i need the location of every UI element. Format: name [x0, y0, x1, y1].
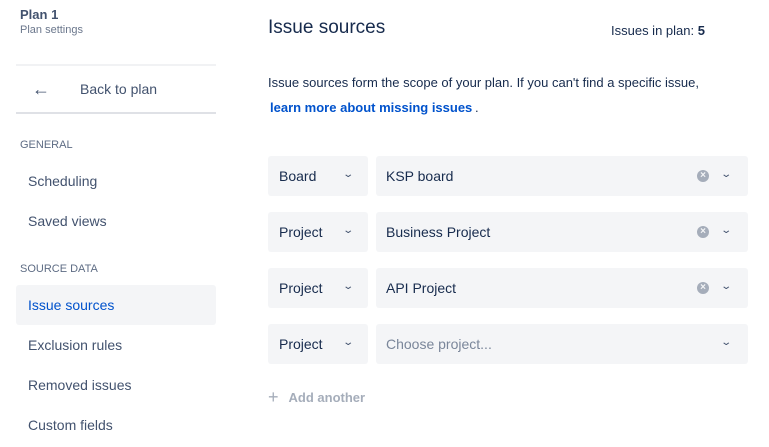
section-source-data-heading: SOURCE DATA [20, 263, 98, 275]
back-label: Back to plan [80, 81, 158, 97]
issues-in-plan: Issues in plan: 5 [611, 23, 705, 38]
source-type-value: Project [279, 280, 323, 296]
chevron-down-icon: ⌄ [720, 169, 733, 180]
source-type-value: Board [279, 168, 317, 184]
chevron-down-icon: ⌄ [342, 169, 355, 180]
source-placeholder: Choose project... [386, 336, 492, 352]
add-another-label: Add another [288, 390, 366, 405]
add-another-button[interactable]: + Add another [268, 387, 365, 408]
chevron-down-icon: ⌄ [342, 225, 355, 236]
source-value-select[interactable]: Business Project × ⌄ [376, 212, 748, 252]
issues-count-label: Issues in plan: [611, 23, 695, 38]
plus-icon: + [268, 387, 279, 407]
clear-icon[interactable]: × [697, 226, 709, 238]
source-row: Project ⌄ Choose project... ⌄ [268, 324, 748, 364]
section-general-heading: GENERAL [20, 139, 73, 151]
learn-more-link[interactable]: learn more about missing issues [270, 100, 472, 115]
source-type-select[interactable]: Board ⌄ [268, 156, 368, 196]
chevron-down-icon: ⌄ [720, 225, 733, 236]
sidebar-item-scheduling[interactable]: Scheduling [16, 161, 216, 201]
chevron-down-icon: ⌄ [720, 281, 733, 292]
source-row: Project ⌄ API Project × ⌄ [268, 268, 748, 308]
source-value-select[interactable]: KSP board × ⌄ [376, 156, 748, 196]
source-row: Board ⌄ KSP board × ⌄ [268, 156, 748, 196]
sidebar-item-exclusion-rules[interactable]: Exclusion rules [16, 325, 216, 365]
intro-text: Issue sources form the scope of your pla… [268, 75, 699, 90]
source-row: Project ⌄ Business Project × ⌄ [268, 212, 748, 252]
clear-icon[interactable]: × [697, 282, 709, 294]
source-type-value: Project [279, 224, 323, 240]
plan-subtitle: Plan settings [20, 24, 83, 36]
source-type-select[interactable]: Project ⌄ [268, 268, 368, 308]
sidebar-item-custom-fields[interactable]: Custom fields [16, 405, 216, 445]
sidebar: Plan 1 Plan settings ← Back to plan GENE… [0, 0, 232, 447]
chevron-down-icon: ⌄ [720, 337, 733, 348]
sidebar-item-issue-sources[interactable]: Issue sources [16, 285, 216, 325]
plan-title: Plan 1 [20, 7, 59, 22]
source-type-select[interactable]: Project ⌄ [268, 212, 368, 252]
arrow-left-icon: ← [32, 78, 50, 99]
sidebar-item-saved-views[interactable]: Saved views [16, 201, 216, 241]
chevron-down-icon: ⌄ [342, 337, 355, 348]
source-value-select[interactable]: API Project × ⌄ [376, 268, 748, 308]
source-value: Business Project [386, 224, 491, 240]
back-to-plan-link[interactable]: ← Back to plan [16, 64, 216, 114]
source-value: KSP board [386, 168, 454, 184]
source-type-select[interactable]: Project ⌄ [268, 324, 368, 364]
page-title: Issue sources [268, 17, 386, 38]
source-value: API Project [386, 280, 457, 296]
issues-count: 5 [697, 23, 705, 38]
clear-icon[interactable]: × [697, 170, 709, 182]
chevron-down-icon: ⌄ [342, 281, 355, 292]
source-type-value: Project [279, 336, 323, 352]
period: . [475, 100, 479, 115]
sidebar-item-removed-issues[interactable]: Removed issues [16, 365, 216, 405]
choose-project-select[interactable]: Choose project... ⌄ [376, 324, 748, 364]
